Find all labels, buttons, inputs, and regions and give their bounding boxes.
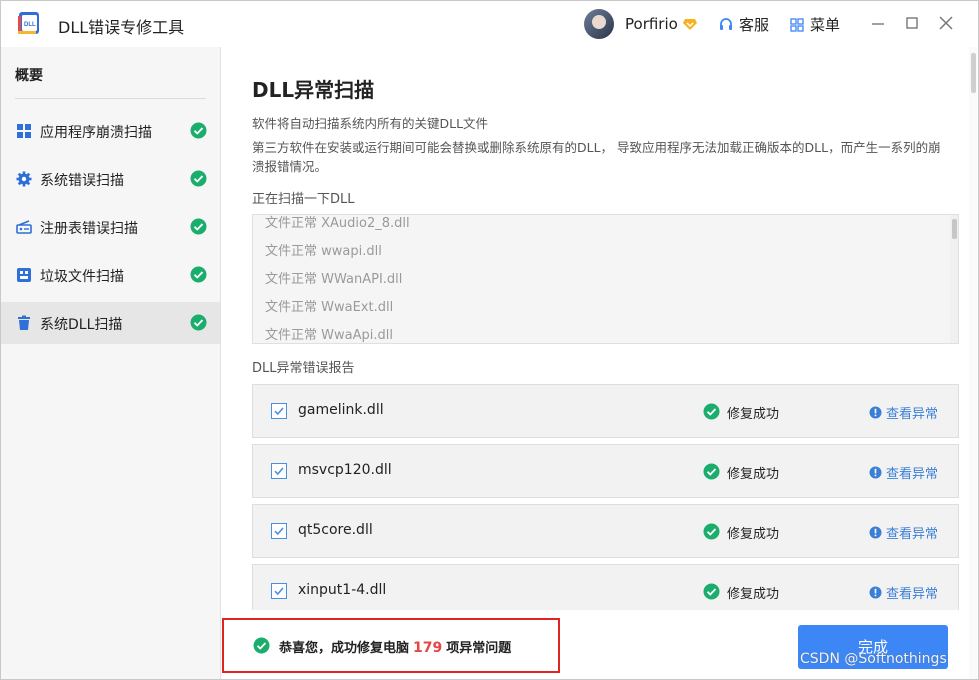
dll-file-name: qt5core.dll xyxy=(298,522,373,538)
check-circle-icon xyxy=(190,218,207,235)
main-scrollbar[interactable] xyxy=(969,47,977,679)
dll-file-name: msvcp120.dll xyxy=(298,462,392,478)
sidebar-item-label: 系统DLL扫描 xyxy=(40,317,123,333)
info-icon xyxy=(869,586,882,599)
check-circle-icon xyxy=(190,266,207,283)
check-circle-icon xyxy=(190,314,207,331)
scan-log-line: 文件正常 wwapi.dll xyxy=(265,244,382,259)
success-check-icon xyxy=(703,523,720,540)
app-logo-icon: DLL xyxy=(18,12,39,34)
scan-log-line: 文件正常 WwaApi.dll xyxy=(265,328,393,343)
success-check-icon xyxy=(253,637,270,654)
trash-icon xyxy=(18,315,30,330)
vip-diamond-icon xyxy=(683,19,697,30)
app-title: DLL错误专修工具 xyxy=(58,18,185,37)
report-row: xinput1-4.dll 修复成功 查看异常 xyxy=(252,564,959,610)
checkmark-icon xyxy=(274,527,284,536)
maximize-icon[interactable] xyxy=(902,13,922,33)
customer-service-button[interactable]: 客服 xyxy=(718,14,769,35)
main-panel: DLL异常扫描 软件将自动扫描系统内所有的关键DLL文件 第三方软件在安装或运行… xyxy=(222,47,978,679)
title-bar: DLL DLL错误专修工具 Porfirio 客服 菜单 xyxy=(1,1,978,47)
report-list: gamelink.dll 修复成功 查看异常 msvcp120.dll 修复成功 xyxy=(252,384,961,610)
dll-file-name: xinput1-4.dll xyxy=(298,582,387,598)
gear-icon xyxy=(16,171,32,187)
minimize-icon[interactable] xyxy=(868,13,888,33)
success-message: 恭喜您，成功修复电脑 179 项异常问题 xyxy=(279,637,511,656)
sidebar-item-system-dll-scan[interactable]: 系统DLL扫描 xyxy=(1,302,220,344)
headset-icon xyxy=(720,17,732,30)
success-check-icon xyxy=(703,403,720,420)
app-window: DLL DLL错误专修工具 Porfirio 客服 菜单 概要 应用程序崩溃扫描… xyxy=(0,0,979,680)
description-line-1: 软件将自动扫描系统内所有的关键DLL文件 xyxy=(252,116,489,131)
report-label: DLL异常错误报告 xyxy=(252,361,355,376)
scan-log-line: 文件正常 XAudio2_8.dll xyxy=(265,216,410,231)
checkmark-icon xyxy=(274,467,284,476)
scan-log-scroll-thumb[interactable] xyxy=(952,219,957,239)
report-row: gamelink.dll 修复成功 查看异常 xyxy=(252,384,959,438)
check-circle-icon xyxy=(190,122,207,139)
sidebar-item-label: 应用程序崩溃扫描 xyxy=(40,125,152,141)
info-icon xyxy=(869,466,882,479)
svg-text:DLL: DLL xyxy=(24,22,36,28)
registry-icon xyxy=(16,220,32,234)
repair-status: 修复成功 xyxy=(727,527,780,542)
dll-file-name: gamelink.dll xyxy=(298,402,384,418)
username[interactable]: Porfirio xyxy=(625,15,678,33)
sidebar-item-label: 系统错误扫描 xyxy=(40,173,124,189)
sidebar-title: 概要 xyxy=(15,68,43,84)
view-issue-label: 查看异常 xyxy=(886,527,939,542)
done-button[interactable]: 完成 xyxy=(798,625,948,669)
view-issue-link[interactable]: 查看异常 xyxy=(869,523,938,542)
report-row: msvcp120.dll 修复成功 查看异常 xyxy=(252,444,959,498)
menu-label: 菜单 xyxy=(810,16,841,34)
page-title: DLL异常扫描 xyxy=(252,78,375,102)
sidebar-divider xyxy=(15,98,206,99)
repair-status: 修复成功 xyxy=(727,587,780,602)
sidebar: 概要 应用程序崩溃扫描 系统错误扫描 注册表错误扫描 垃圾文件扫描 系统DLL扫… xyxy=(1,47,221,679)
repair-status: 修复成功 xyxy=(727,407,780,422)
success-check-icon xyxy=(703,583,720,600)
success-message-prefix: 恭喜您，成功修复电脑 xyxy=(279,641,410,656)
scan-log-line: 文件正常 WwaExt.dll xyxy=(265,300,394,315)
success-message-suffix: 项异常问题 xyxy=(446,641,512,656)
sidebar-item-app-crash-scan[interactable]: 应用程序崩溃扫描 xyxy=(1,110,220,152)
view-issue-link[interactable]: 查看异常 xyxy=(869,403,938,422)
scan-log-line: 文件正常 WWanAPI.dll xyxy=(265,272,403,287)
success-message-box: 恭喜您，成功修复电脑 179 项异常问题 xyxy=(222,618,560,673)
sidebar-item-system-error-scan[interactable]: 系统错误扫描 xyxy=(1,158,220,200)
row-checkbox[interactable] xyxy=(271,523,287,539)
close-icon[interactable] xyxy=(936,13,956,33)
grid-icon xyxy=(17,124,31,138)
junk-icon xyxy=(17,268,31,282)
sidebar-item-registry-scan[interactable]: 注册表错误扫描 xyxy=(1,206,220,248)
info-icon xyxy=(869,526,882,539)
row-checkbox[interactable] xyxy=(271,583,287,599)
customer-service-label: 客服 xyxy=(739,16,770,34)
checkmark-icon xyxy=(274,587,284,596)
view-issue-label: 查看异常 xyxy=(886,587,939,602)
sidebar-item-junk-file-scan[interactable]: 垃圾文件扫描 xyxy=(1,254,220,296)
scan-label: 正在扫描一下DLL xyxy=(252,192,355,207)
row-checkbox[interactable] xyxy=(271,463,287,479)
report-row: qt5core.dll 修复成功 查看异常 xyxy=(252,504,959,558)
view-issue-label: 查看异常 xyxy=(886,407,939,422)
repair-status: 修复成功 xyxy=(727,467,780,482)
menu-button[interactable]: 菜单 xyxy=(790,14,840,35)
view-issue-link[interactable]: 查看异常 xyxy=(869,463,938,482)
check-circle-icon xyxy=(190,170,207,187)
fixed-issue-count: 179 xyxy=(413,640,443,656)
menu-grid-icon xyxy=(790,17,804,32)
sidebar-item-label: 注册表错误扫描 xyxy=(40,221,138,237)
scan-log-box[interactable]: 文件正常 XAudio2_8.dll 文件正常 wwapi.dll 文件正常 W… xyxy=(252,214,959,344)
row-checkbox[interactable] xyxy=(271,403,287,419)
sidebar-item-label: 垃圾文件扫描 xyxy=(40,269,124,285)
description-line-2: 第三方软件在安装或运行期间可能会替换或删除系统原有的DLL， 导致应用程序无法加… xyxy=(252,140,941,174)
info-icon xyxy=(869,406,882,419)
main-scroll-thumb[interactable] xyxy=(971,53,976,93)
user-avatar[interactable] xyxy=(584,9,614,39)
view-issue-link[interactable]: 查看异常 xyxy=(869,583,938,602)
success-check-icon xyxy=(703,463,720,480)
view-issue-label: 查看异常 xyxy=(886,467,939,482)
checkmark-icon xyxy=(274,407,284,416)
